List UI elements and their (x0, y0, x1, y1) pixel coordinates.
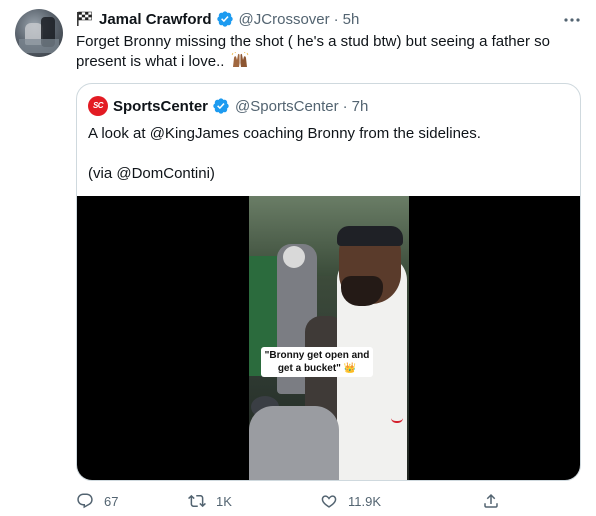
retweet-button[interactable]: 1K (188, 490, 232, 512)
separator-dot: · (333, 10, 339, 28)
tweet[interactable]: Jamal Crawford @JCrossover · 5h Forget B… (0, 0, 596, 516)
video-frame (249, 196, 409, 480)
share-icon (484, 493, 498, 508)
timestamp[interactable]: 5h (343, 11, 360, 28)
avatar[interactable] (15, 9, 63, 57)
quoted-handle[interactable]: @SportsCenter (235, 98, 339, 115)
quoted-tweet[interactable]: SC SportsCenter @SportsCenter · 7h A loo… (76, 83, 581, 481)
reply-button[interactable]: 67 (76, 490, 118, 512)
action-bar: 67 1K 11.9K (76, 490, 516, 514)
quoted-display-name[interactable]: SportsCenter (113, 98, 208, 115)
video-player[interactable]: "Bronny get open and get a bucket" 👑 (77, 196, 580, 480)
display-name[interactable]: Jamal Crawford (99, 11, 212, 28)
more-options-icon[interactable] (562, 12, 582, 28)
like-button[interactable]: 11.9K (320, 490, 381, 512)
verified-badge-icon (216, 10, 234, 28)
video-caption: "Bronny get open and get a bucket" 👑 (261, 347, 373, 377)
reply-icon (77, 493, 93, 509)
like-count: 11.9K (348, 493, 382, 509)
checkered-flag-icon (76, 11, 94, 27)
heart-icon (321, 495, 337, 508)
handle[interactable]: @JCrossover (239, 11, 330, 28)
retweet-count: 1K (216, 493, 232, 509)
share-button[interactable] (482, 490, 510, 512)
separator-dot: · (342, 97, 348, 115)
verified-badge-icon (212, 97, 230, 115)
reply-count: 67 (104, 493, 119, 509)
sportscenter-logo-icon: SC (88, 96, 108, 116)
quoted-text-line: A look at @KingJames coaching Bronny fro… (88, 125, 481, 142)
quoted-tweet-header: SC SportsCenter @SportsCenter · 7h (88, 96, 368, 116)
retweet-icon (188, 494, 206, 508)
quoted-text-via: (via @DomContini) (88, 165, 215, 182)
quoted-timestamp[interactable]: 7h (352, 98, 369, 115)
tweet-header: Jamal Crawford @JCrossover · 5h (76, 9, 359, 29)
tweet-text: Forget Bronny missing the shot ( he's a … (76, 32, 576, 72)
raised-hands-icon (231, 51, 249, 68)
tweet-body: Forget Bronny missing the shot ( he's a … (76, 33, 550, 70)
quoted-tweet-text: A look at @KingJames coaching Bronny fro… (88, 124, 568, 204)
